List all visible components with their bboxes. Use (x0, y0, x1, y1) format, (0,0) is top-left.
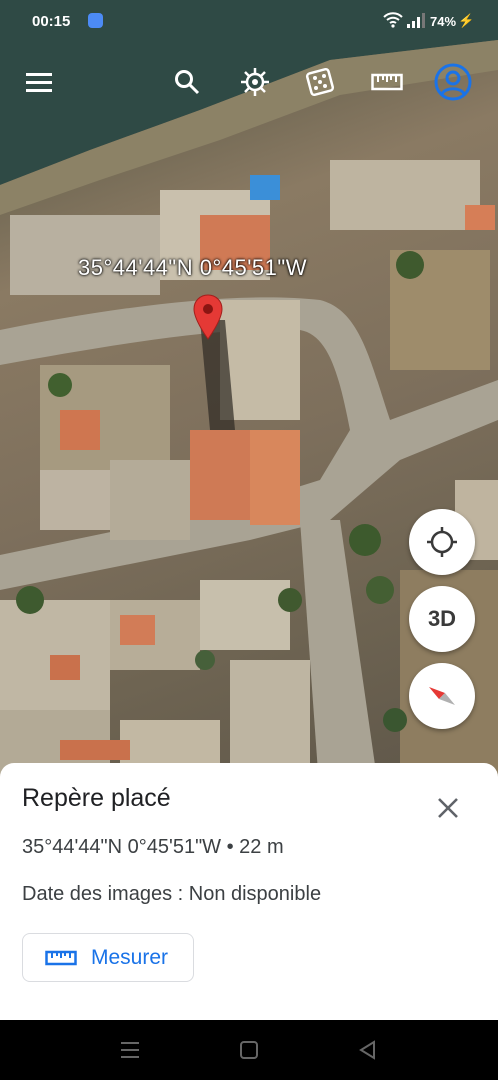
crosshair-icon (427, 527, 457, 557)
back-icon[interactable] (356, 1038, 380, 1062)
status-bar: 00:15 74% ⚡ (0, 0, 498, 44)
sheet-title: Repère placé (22, 784, 171, 812)
menu-icon[interactable] (16, 56, 62, 108)
close-icon (438, 798, 458, 818)
top-toolbar (0, 56, 498, 108)
system-nav-bar (0, 1020, 498, 1080)
voyager-icon[interactable] (232, 56, 278, 108)
app-notification-icon (88, 13, 103, 28)
ruler-icon (45, 950, 77, 965)
status-time: 00:15 (32, 13, 71, 30)
compass-icon (429, 687, 455, 705)
compass-button[interactable] (409, 663, 475, 729)
search-icon[interactable] (164, 56, 210, 108)
measure-label: Mesurer (91, 945, 169, 969)
three-d-toggle-button[interactable]: 3D (409, 586, 475, 652)
placemark-sheet: Repère placé 35°44'44"N 0°45'51"W • 22 m… (0, 763, 498, 1020)
home-icon[interactable] (237, 1038, 261, 1062)
coordinates-overlay: 35°44'44"N 0°45'51"W (78, 255, 307, 280)
measure-button[interactable]: Mesurer (22, 933, 194, 982)
wifi-icon (383, 12, 403, 32)
account-icon[interactable] (430, 56, 476, 108)
close-button[interactable] (433, 793, 463, 823)
placemark-coordinates: 35°44'44"N 0°45'51"W • 22 m (22, 836, 284, 858)
charging-icon: ⚡ (458, 13, 475, 28)
three-d-label: 3D (427, 606, 457, 631)
recent-apps-icon[interactable] (118, 1038, 142, 1062)
random-icon[interactable] (297, 56, 343, 108)
image-date: Date des images : Non disponible (22, 883, 322, 905)
signal-icon (407, 13, 425, 32)
my-location-button[interactable] (409, 509, 475, 575)
measure-icon[interactable] (364, 56, 410, 108)
battery-level: 74% (430, 14, 457, 29)
